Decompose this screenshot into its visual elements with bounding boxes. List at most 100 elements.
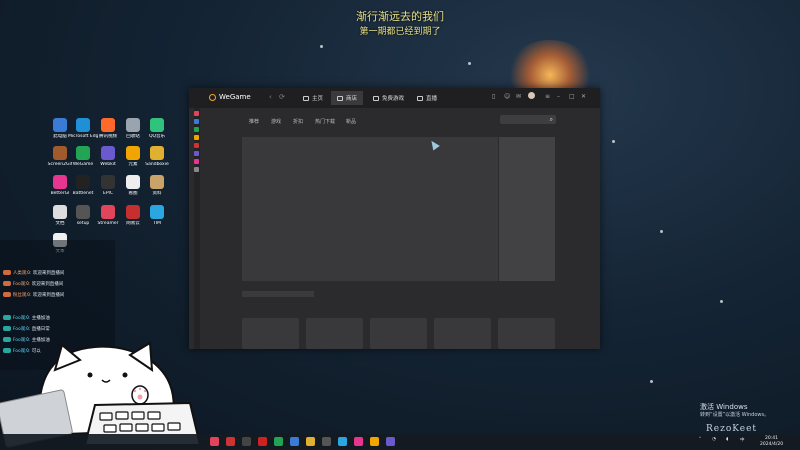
fan-badge: [3, 315, 11, 320]
refresh-icon[interactable]: ⟳: [279, 93, 285, 101]
app-icon: [126, 146, 140, 160]
chat-username: 人类观众: [12, 270, 31, 276]
home-icon: [303, 95, 309, 101]
taskbar-app-icon[interactable]: [274, 437, 283, 446]
section-title-placeholder: [242, 291, 314, 297]
sidebar-game-icon[interactable]: [194, 151, 199, 156]
app-icon: [76, 175, 90, 189]
app-icon: [76, 205, 90, 219]
tab-store[interactable]: 商店: [331, 91, 364, 105]
taskbar-app-icon[interactable]: [290, 437, 299, 446]
chat-text: 主播加油: [31, 315, 50, 321]
sidebar-game-icon[interactable]: [194, 159, 199, 164]
gamepad-icon: [373, 95, 379, 101]
sidebar-game-icon[interactable]: [194, 167, 199, 172]
avatar[interactable]: [528, 92, 535, 99]
taskbar: ⌃ ◔ ◖ 中 20:41 2024/4/20: [0, 434, 800, 450]
taskbar-app-icon[interactable]: [370, 437, 379, 446]
app-icon: [53, 205, 67, 219]
subnav-item[interactable]: 推荐: [249, 118, 259, 125]
desktop-icon-label: TIM: [153, 221, 161, 226]
sidebar-game-icon[interactable]: [194, 111, 199, 116]
taskbar-app-icon[interactable]: [386, 437, 395, 446]
chat-message: Foo观众 主播加油: [0, 313, 115, 322]
sidebar-game-icon[interactable]: [194, 119, 199, 124]
tab-label: 主页: [312, 96, 324, 102]
taskbar-app-icon[interactable]: [226, 437, 235, 446]
sidebar-game-icon[interactable]: [194, 135, 199, 140]
snow-particle: [468, 62, 471, 65]
app-icon: [150, 205, 164, 219]
desktop-icon[interactable]: 资料: [142, 175, 172, 196]
taskbar-app-icon[interactable]: [306, 437, 315, 446]
chat-username: 粉丝观众: [12, 292, 31, 298]
store-search-input[interactable]: ⌕: [500, 115, 556, 124]
wegame-window[interactable]: WeGame ‹ ⟳ 主页 商店 免费游戏 直播 ▯ ☺ ✉ ≡ – □ ✕ 推…: [189, 88, 600, 349]
app-icon: [101, 118, 115, 132]
sidebar-game-icon[interactable]: [194, 127, 199, 132]
snow-particle: [612, 140, 615, 143]
app-icon: [126, 205, 140, 219]
snow-particle: [320, 45, 323, 48]
tray-chevron-icon[interactable]: ⌃: [698, 437, 702, 442]
cat-left-eye: [87, 372, 93, 378]
close-icon[interactable]: ✕: [581, 93, 586, 100]
lyric-line-2: 第一期都已经到期了: [359, 27, 441, 37]
game-card[interactable]: [370, 318, 427, 349]
featured-side-list[interactable]: [499, 137, 555, 281]
game-card[interactable]: [242, 318, 299, 349]
subnav-item[interactable]: 游戏: [271, 118, 281, 125]
subnav-item[interactable]: 折扣: [293, 118, 303, 125]
maximize-icon[interactable]: □: [569, 93, 575, 100]
taskbar-app-icon[interactable]: [338, 437, 347, 446]
chat-text: 欢迎来到直播间: [31, 281, 64, 287]
fan-badge: [3, 281, 11, 286]
chat-message: 粉丝观众 欢迎来到直播间: [0, 290, 115, 299]
app-icon: [76, 146, 90, 160]
desktop-icon[interactable]: QQ音乐: [142, 118, 172, 139]
input-method-icon[interactable]: 中: [740, 437, 745, 443]
chat-text: 欢迎来到直播间: [32, 292, 65, 298]
subnav-item[interactable]: 热门下载: [315, 118, 335, 125]
game-card[interactable]: [306, 318, 363, 349]
bongo-cat-overlay: [0, 341, 202, 448]
network-icon[interactable]: ◔: [712, 437, 716, 442]
featured-banner[interactable]: [242, 137, 498, 281]
app-icon: [101, 146, 115, 160]
sidebar-game-icon[interactable]: [194, 143, 199, 148]
tab-free-games[interactable]: 免费游戏: [367, 91, 410, 105]
desktop-icon[interactable]: TIM: [142, 205, 172, 226]
subnav-item[interactable]: 新品: [346, 118, 356, 125]
volume-icon[interactable]: ◖: [726, 437, 728, 442]
taskbar-app-icon[interactable]: [210, 437, 219, 446]
fan-badge: [3, 292, 11, 297]
taskbar-app-icon[interactable]: [354, 437, 363, 446]
minimize-icon[interactable]: –: [557, 93, 560, 100]
system-clock[interactable]: 20:41 2024/4/20: [760, 436, 783, 448]
game-card[interactable]: [498, 318, 555, 349]
device-icon[interactable]: ▯: [492, 93, 495, 100]
search-icon[interactable]: ⌕: [550, 116, 553, 124]
app-icon: [101, 205, 115, 219]
tab-label: 商店: [346, 96, 358, 102]
taskbar-app-icon[interactable]: [258, 437, 267, 446]
menu-icon[interactable]: ≡: [545, 93, 550, 100]
taskbar-app-icon[interactable]: [322, 437, 331, 446]
activation-subtitle: 转到“设置”以激活 Windows。: [700, 412, 770, 418]
taskbar-app-icon[interactable]: [242, 437, 251, 446]
store-icon: [337, 95, 343, 101]
back-arrow-icon[interactable]: ‹: [269, 93, 272, 101]
chat-text: 欢迎来到直播间: [32, 270, 65, 276]
title-bar[interactable]: WeGame ‹ ⟳ 主页 商店 免费游戏 直播 ▯ ☺ ✉ ≡ – □ ✕: [189, 88, 600, 108]
message-icon[interactable]: ✉: [516, 93, 521, 100]
desktop-icon-label: Sandboxie: [145, 162, 169, 167]
desktop-icon[interactable]: Sandboxie: [142, 146, 172, 167]
tab-live[interactable]: 直播: [411, 91, 443, 105]
wegame-logo-icon: [209, 93, 216, 101]
left-sidebar-strip: [194, 108, 200, 349]
play-icon: [417, 95, 423, 101]
friends-icon[interactable]: ☺: [504, 93, 510, 100]
game-card[interactable]: [434, 318, 491, 349]
wegame-logo[interactable]: WeGame: [209, 93, 251, 101]
tab-home[interactable]: 主页: [297, 91, 329, 105]
